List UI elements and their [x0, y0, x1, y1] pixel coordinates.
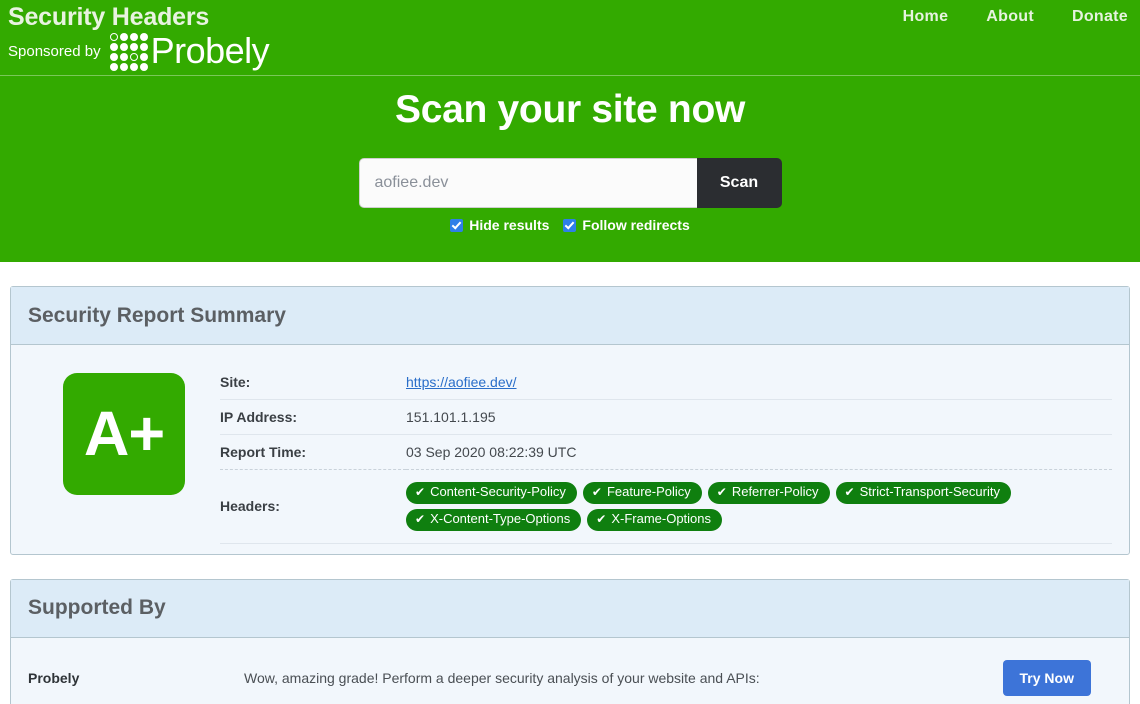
sponsor-entry-row: Probely Wow, amazing grade! Perform a de… [28, 638, 1112, 704]
header-badge-label: X-Content-Type-Options [430, 510, 571, 526]
check-icon: ✔ [716, 484, 727, 499]
nav-link-donate[interactable]: Donate [1072, 8, 1128, 26]
supported-by-body: Probely Wow, amazing grade! Perform a de… [11, 638, 1129, 704]
sponsor-entry-message: Wow, amazing grade! Perform a deeper sec… [244, 670, 760, 687]
row-label-report-time: Report Time: [220, 444, 307, 460]
grade-badge: A+ [63, 373, 185, 495]
header-badge-label: X-Frame-Options [611, 510, 712, 526]
header-badge[interactable]: ✔ X-Frame-Options [587, 508, 723, 531]
option-follow-redirects[interactable]: Follow redirects [563, 217, 690, 233]
option-hide-results[interactable]: Hide results [450, 217, 549, 233]
top-nav-bar: Security Headers Sponsored by Probely Ho… [0, 0, 1140, 76]
probely-wordmark: Probely [150, 30, 270, 71]
table-row: Site: https://aofiee.dev/ [220, 365, 1112, 400]
report-details-table: Site: https://aofiee.dev/ IP Address: 15… [220, 365, 1112, 544]
security-report-summary-body: A+ Site: https://aofiee.dev/ IP Address:… [11, 345, 1129, 554]
supported-by-title: Supported By [28, 596, 166, 620]
probely-logo[interactable]: Probely [109, 30, 270, 71]
scan-heading: Scan your site now [394, 88, 746, 131]
table-row: Report Time: 03 Sep 2020 08:22:39 UTC [220, 435, 1112, 470]
scan-form: Scan [0, 158, 1140, 208]
header-badge-label: Referrer-Policy [731, 484, 819, 499]
security-report-summary-panel: Security Report Summary A+ Site: https:/… [10, 286, 1130, 555]
brand-block: Security Headers Sponsored by Probely [8, 2, 270, 71]
row-label-ip-address: IP Address: [220, 409, 298, 425]
security-report-summary-header: Security Report Summary [11, 287, 1129, 345]
sponsor-entry-name: Probely [28, 670, 80, 687]
try-now-button[interactable]: Try Now [1002, 660, 1091, 697]
hide-results-label: Hide results [469, 217, 550, 233]
check-icon: ✔ [591, 484, 602, 499]
scan-button[interactable]: Scan [696, 158, 782, 208]
probely-dots-icon [109, 32, 148, 71]
row-label-site: Site: [220, 374, 251, 390]
nav-link-about[interactable]: About [986, 8, 1034, 26]
header-badge-label: Feature-Policy [606, 484, 691, 499]
scan-section: Scan your site now Scan Hide results Fol… [0, 76, 1140, 233]
table-row: IP Address: 151.101.1.195 [220, 400, 1112, 435]
follow-redirects-label: Follow redirects [582, 217, 690, 233]
grade-column: A+ [28, 359, 220, 544]
row-label-headers: Headers: [220, 498, 280, 515]
site-title: Security Headers [8, 3, 210, 31]
site-url-input[interactable] [358, 158, 697, 208]
follow-redirects-checkbox[interactable] [563, 218, 577, 232]
row-value-headers: ✔ Content-Security-Policy ✔ Feature-Poli… [406, 470, 1112, 544]
check-icon: ✔ [596, 511, 607, 526]
header-badge-label: Strict-Transport-Security [859, 484, 1000, 499]
check-icon: ✔ [415, 511, 426, 526]
hero-header: Security Headers Sponsored by Probely Ho… [0, 0, 1140, 262]
header-badge-label: Content-Security-Policy [430, 484, 566, 499]
header-badge[interactable]: ✔ Feature-Policy [582, 482, 702, 504]
supported-by-header: Supported By [11, 579, 1129, 638]
scan-options: Hide results Follow redirects [0, 217, 1140, 233]
nav-link-home[interactable]: Home [903, 8, 949, 26]
sponsored-by-label: Sponsored by [8, 42, 101, 60]
header-badge[interactable]: ✔ Content-Security-Policy [406, 482, 577, 504]
row-value-ip-address: 151.101.1.195 [406, 409, 496, 425]
header-badge[interactable]: ✔ Strict-Transport-Security [835, 482, 1011, 504]
row-value-site: https://aofiee.dev/ [406, 365, 1112, 400]
primary-navigation: Home About Donate [903, 8, 1128, 26]
header-badge[interactable]: ✔ X-Content-Type-Options [406, 508, 582, 531]
sponsor-lockup: Sponsored by Probely [8, 30, 270, 71]
check-icon: ✔ [415, 484, 426, 499]
row-value-report-time: 03 Sep 2020 08:22:39 UTC [406, 444, 577, 460]
site-link[interactable]: https://aofiee.dev/ [406, 374, 517, 390]
check-icon: ✔ [844, 484, 855, 499]
header-badge[interactable]: ✔ Referrer-Policy [707, 482, 830, 504]
hide-results-checkbox[interactable] [450, 218, 464, 232]
header-badge-list: ✔ Content-Security-Policy ✔ Feature-Poli… [406, 479, 1086, 534]
supported-by-panel: Supported By Probely Wow, amazing grade!… [10, 578, 1130, 704]
table-row: Headers: ✔ Content-Security-Policy ✔ Fea… [220, 470, 1112, 544]
page-content: Security Report Summary A+ Site: https:/… [0, 286, 1140, 704]
security-report-summary-title: Security Report Summary [28, 303, 286, 327]
